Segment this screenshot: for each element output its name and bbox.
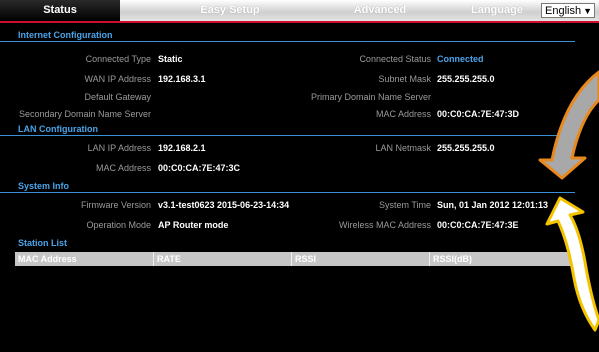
annotation-arrows bbox=[538, 70, 599, 332]
yellow-curved-arrow-icon bbox=[545, 196, 599, 332]
orange-curved-arrow-icon bbox=[538, 70, 599, 180]
